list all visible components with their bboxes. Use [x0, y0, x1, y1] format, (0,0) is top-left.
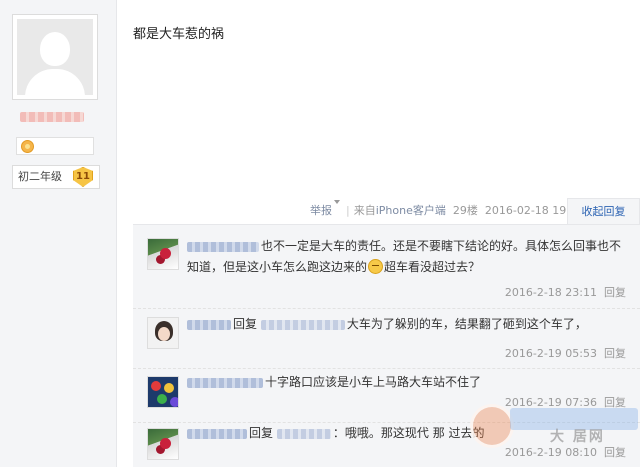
reply-time: 2016-2-19 05:53: [504, 347, 597, 360]
reply-item: 回复 ：哦哦。那这现代 那 过去的 2016-2-19 08:10 回复: [133, 423, 640, 467]
level-label: 初二年级: [18, 170, 62, 183]
report-link[interactable]: 举报: [310, 200, 342, 222]
reply-meta: 2016-2-19 05:53 回复: [505, 345, 626, 361]
reply-content: 回复 ：哦哦。那这现代 那 过去的: [187, 423, 627, 444]
reply-avatar[interactable]: [147, 376, 179, 408]
source-link[interactable]: iPhone客户端: [376, 200, 446, 222]
reply-avatar[interactable]: [147, 317, 179, 349]
floor-number: 29楼: [452, 204, 478, 217]
reply-target-blurred[interactable]: [276, 428, 331, 439]
reply-item: 也不一定是大车的责任。还是不要瞎下结论的好。具体怎么回事也不知道，但是这小车怎么…: [133, 225, 640, 309]
member-badge[interactable]: [16, 137, 94, 155]
reply-link[interactable]: 回复: [604, 286, 626, 299]
reply-content: 也不一定是大车的责任。还是不要瞎下结论的好。具体怎么回事也不知道，但是这小车怎么…: [187, 239, 622, 274]
reply-time: 2016-2-19 07:36: [504, 396, 597, 409]
thread-post: 初二年级 11 都是大车惹的祸 举报 | 来自iPhone客户端 29楼 2016…: [0, 0, 640, 467]
reply-meta: 2016-2-19 07:36 回复: [505, 394, 626, 410]
reply-meta: 2016-2-18 23:11 回复: [505, 284, 626, 300]
reply-time: 2016-2-18 23:11: [504, 286, 597, 299]
reply-target-blurred[interactable]: [260, 319, 345, 330]
user-level[interactable]: 初二年级 11: [12, 165, 100, 189]
reply-avatar[interactable]: [147, 238, 179, 270]
default-avatar-icon: [17, 19, 93, 95]
reply-list: 也不一定是大车的责任。还是不要瞎下结论的好。具体怎么回事也不知道，但是这小车怎么…: [133, 224, 640, 467]
username-blurred[interactable]: [20, 112, 84, 122]
reply-username-blurred[interactable]: [187, 319, 231, 330]
reply-meta: 2016-2-19 08:10 回复: [505, 444, 626, 460]
reply-item: 十字路口应该是小车上马路大车站不住了 2016-2-19 07:36 回复: [133, 369, 640, 423]
emoji-icon: [368, 259, 384, 274]
post-meta: 举报 | 来自iPhone客户端 29楼 2016-02-18 19:18: [310, 200, 584, 222]
meta-separator: |: [346, 204, 350, 217]
reply-content: 十字路口应该是小车上马路大车站不住了: [187, 372, 627, 393]
reply-link[interactable]: 回复: [604, 396, 626, 409]
reply-username-blurred[interactable]: [187, 377, 263, 388]
reply-link[interactable]: 回复: [604, 347, 626, 360]
reply-avatar[interactable]: [147, 428, 179, 460]
reply-item: 回复 大车为了躲别的车，结果翻了砸到这个车了， 2016-2-19 05:53 …: [133, 309, 640, 369]
reply-link[interactable]: 回复: [604, 446, 626, 459]
reply-content: 回复 大车为了躲别的车，结果翻了砸到这个车了，: [187, 314, 627, 335]
chevron-down-icon: [334, 200, 340, 204]
reply-time: 2016-2-19 08:10: [504, 446, 597, 459]
badge-icon: [21, 140, 34, 153]
source-prefix: 来自: [353, 204, 376, 217]
collapse-replies-button[interactable]: 收起回复: [567, 198, 640, 224]
user-sidebar: 初二年级 11: [0, 0, 117, 467]
post-content: 都是大车惹的祸: [133, 27, 225, 42]
reply-username-blurred[interactable]: [187, 428, 247, 439]
level-number-badge: 11: [73, 167, 93, 187]
user-avatar[interactable]: [12, 14, 98, 100]
reply-username-blurred[interactable]: [187, 241, 259, 252]
